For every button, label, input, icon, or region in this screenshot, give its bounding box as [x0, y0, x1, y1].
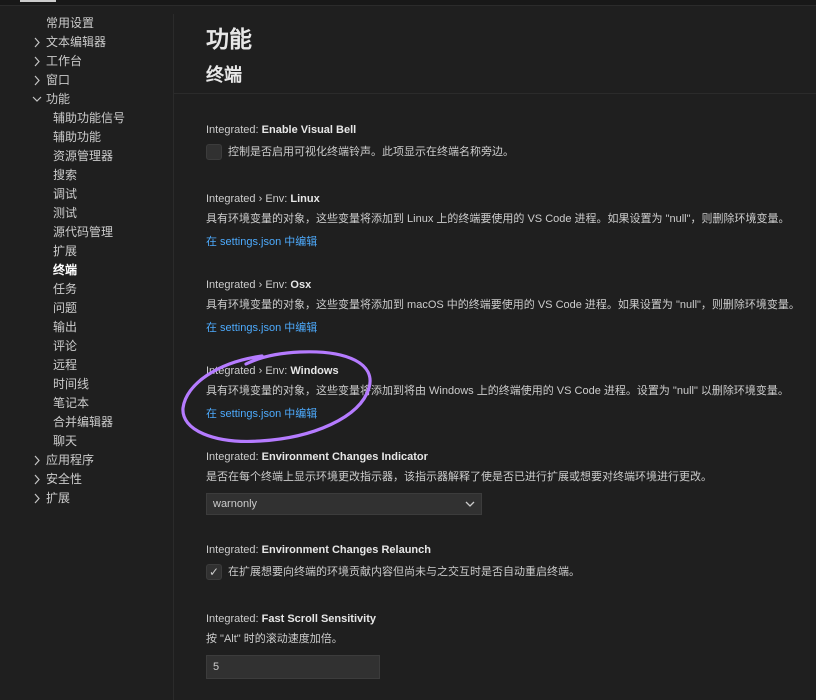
- toc-item-label: 文本编辑器: [46, 35, 107, 49]
- setting-fast-scroll: Integrated: Fast Scroll Sensitivity 按 "A…: [206, 612, 816, 679]
- toc-item-label: 源代码管理: [53, 225, 114, 239]
- toc-item-label: 时间线: [53, 377, 90, 391]
- header-divider: [174, 93, 816, 94]
- toc-item[interactable]: 窗口: [0, 71, 172, 90]
- toc-item-label: 远程: [53, 358, 78, 372]
- setting-description: 是否在每个终端上显示环境更改指示器，该指示器解释了使是否已进行扩展或想要对终端环…: [206, 471, 712, 483]
- setting-description: 具有环境变量的对象，这些变量将添加到 macOS 中的终端要使用的 VS Cod…: [206, 299, 800, 311]
- fast-scroll-sensitivity-input[interactable]: 5: [206, 655, 380, 679]
- checkmark-icon: ✓: [208, 565, 220, 580]
- toc-item[interactable]: 文本编辑器: [0, 33, 172, 52]
- setting-visual-bell: Integrated: Enable Visual Bell 控制是否启用可视化…: [206, 123, 816, 161]
- toc-item-label: 资源管理器: [53, 149, 114, 163]
- toc-item[interactable]: 远程: [0, 356, 172, 375]
- setting-description: 控制是否启用可视化终端铃声。此项显示在终端名称旁边。: [228, 146, 514, 159]
- toc-item[interactable]: 输出: [0, 318, 172, 337]
- toc-item-label: 扩展: [53, 244, 78, 258]
- setting-changes-indicator: Integrated: Environment Changes Indicato…: [206, 450, 816, 515]
- toc-item[interactable]: 调试: [0, 185, 172, 204]
- visual-bell-checkbox[interactable]: [206, 144, 222, 161]
- setting-description: 在扩展想要向终端的环境贡献内容但尚未与之交互时是否自动重启终端。: [228, 566, 580, 579]
- toc-item-label: 评论: [53, 339, 78, 353]
- setting-env-linux: Integrated › Env: Linux 具有环境变量的对象，这些变量将添…: [206, 192, 816, 249]
- setting-description: 具有环境变量的对象，这些变量将添加到将由 Windows 上的终端使用的 VS …: [206, 385, 789, 397]
- setting-title: Integrated › Env: Windows: [206, 365, 339, 377]
- changes-indicator-select[interactable]: warnonly: [206, 493, 482, 515]
- toc-item-label: 聊天: [53, 434, 78, 448]
- toc-item-label: 扩展: [46, 491, 71, 505]
- toc-item[interactable]: 资源管理器: [0, 147, 172, 166]
- toc-item[interactable]: 问题: [0, 299, 172, 318]
- toc-item-label: 终端: [53, 263, 78, 277]
- toc-item-label: 应用程序: [46, 453, 95, 467]
- toc-item[interactable]: 任务: [0, 280, 172, 299]
- toc-item[interactable]: 安全性: [0, 470, 172, 489]
- edit-in-settings-json-link[interactable]: 在 settings.json 中编辑: [206, 407, 816, 421]
- chevron-down-icon: [465, 494, 475, 522]
- visual-bell-row: 控制是否启用可视化终端铃声。此项显示在终端名称旁边。: [206, 144, 816, 161]
- toc-item-label: 工作台: [46, 54, 83, 68]
- setting-description: 具有环境变量的对象，这些变量将添加到 Linux 上的终端要使用的 VS Cod…: [206, 213, 790, 225]
- changes-relaunch-row: ✓ 在扩展想要向终端的环境贡献内容但尚未与之交互时是否自动重启终端。: [206, 564, 816, 581]
- toc-item-label: 任务: [53, 282, 78, 296]
- setting-title: Integrated: Fast Scroll Sensitivity: [206, 613, 376, 625]
- toc-item[interactable]: 测试: [0, 204, 172, 223]
- toc-item-label: 辅助功能: [53, 130, 102, 144]
- setting-env-windows: Integrated › Env: Windows 具有环境变量的对象，这些变量…: [206, 364, 816, 421]
- setting-env-osx: Integrated › Env: Osx 具有环境变量的对象，这些变量将添加到…: [206, 278, 816, 335]
- toc-item[interactable]: 源代码管理: [0, 223, 172, 242]
- toc-item[interactable]: 聊天: [0, 432, 172, 451]
- chevron-right-icon: [31, 489, 43, 515]
- setting-title: Integrated › Env: Osx: [206, 279, 312, 291]
- toc-item-label: 安全性: [46, 472, 83, 486]
- toc-item[interactable]: 功能: [0, 90, 172, 109]
- toc-item[interactable]: 常用设置: [0, 14, 172, 33]
- setting-title: Integrated: Environment Changes Relaunch: [206, 544, 431, 556]
- toc-item-label: 辅助功能信号: [53, 111, 126, 125]
- toc-item-label: 测试: [53, 206, 78, 220]
- toc-item[interactable]: 笔记本: [0, 394, 172, 413]
- page-title: 功能: [206, 26, 252, 52]
- setting-title: Integrated: Enable Visual Bell: [206, 124, 357, 136]
- toc-item-label: 功能: [46, 92, 71, 106]
- setting-title: Integrated: Environment Changes Indicato…: [206, 451, 428, 463]
- active-tab-indicator: [20, 0, 56, 2]
- edit-in-settings-json-link[interactable]: 在 settings.json 中编辑: [206, 321, 816, 335]
- toc-item[interactable]: 合并编辑器: [0, 413, 172, 432]
- changes-relaunch-checkbox[interactable]: ✓: [206, 564, 222, 581]
- toc-item-label: 窗口: [46, 73, 71, 87]
- toc-item[interactable]: 辅助功能: [0, 128, 172, 147]
- toc-item-label: 搜索: [53, 168, 78, 182]
- toc-item-label: 输出: [53, 320, 78, 334]
- toc-item[interactable]: 时间线: [0, 375, 172, 394]
- setting-changes-relaunch: Integrated: Environment Changes Relaunch…: [206, 543, 816, 581]
- select-value: warnonly: [213, 498, 258, 510]
- toc-item[interactable]: 辅助功能信号: [0, 109, 172, 128]
- settings-content: 功能 终端 Integrated: Enable Visual Bell 控制是…: [174, 0, 816, 700]
- edit-in-settings-json-link[interactable]: 在 settings.json 中编辑: [206, 235, 816, 249]
- section-title: 终端: [206, 65, 242, 85]
- toc-item-label: 问题: [53, 301, 78, 315]
- setting-title: Integrated › Env: Linux: [206, 193, 320, 205]
- toc-item[interactable]: 工作台: [0, 52, 172, 71]
- toc-item[interactable]: 搜索: [0, 166, 172, 185]
- setting-description: 按 "Alt" 时的滚动速度加倍。: [206, 633, 343, 645]
- toc-item[interactable]: 终端: [0, 261, 172, 280]
- toc-item-label: 常用设置: [46, 16, 95, 30]
- toc-item[interactable]: 扩展: [0, 242, 172, 261]
- toc-item[interactable]: 应用程序: [0, 451, 172, 470]
- toc-item-label: 合并编辑器: [53, 415, 114, 429]
- toc-item-label: 调试: [53, 187, 78, 201]
- toc-item[interactable]: 扩展: [0, 489, 172, 508]
- toc-item[interactable]: 评论: [0, 337, 172, 356]
- settings-toc: 常用设置文本编辑器工作台窗口功能辅助功能信号 辅助功能资源管理器搜索调试测试源代码…: [0, 14, 172, 508]
- toc-item-label: 笔记本: [53, 396, 90, 410]
